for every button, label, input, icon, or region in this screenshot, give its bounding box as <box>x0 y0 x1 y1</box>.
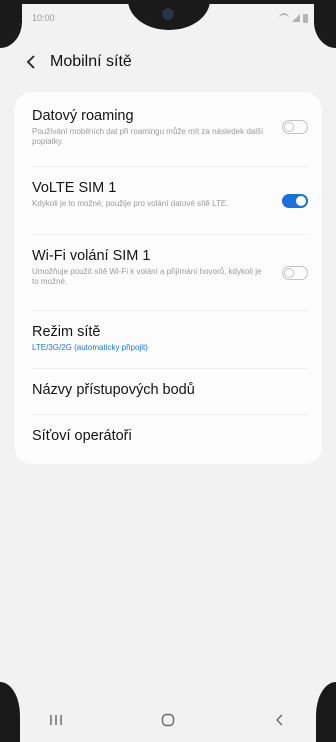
setting-description: Kdykoli je to možné, použije pro volání … <box>32 199 229 208</box>
setting-volte-sim1[interactable]: VoLTE SIM 1 Kdykoli je to možné, použije… <box>32 180 308 209</box>
front-camera <box>162 8 174 20</box>
divider <box>32 234 308 235</box>
toggle-knob <box>284 267 294 278</box>
setting-access-point-names[interactable]: Názvy přístupových bodů <box>32 382 308 399</box>
page-title: Mobilní sítě <box>50 53 132 70</box>
setting-title: Režim sítě <box>32 324 101 340</box>
setting-data-roaming[interactable]: Datový roaming Používání mobilních dat p… <box>32 108 308 147</box>
divider <box>32 310 308 311</box>
app-header: Mobilní sítě <box>22 50 132 74</box>
divider <box>32 166 308 167</box>
screen-corner-top-right <box>314 0 336 48</box>
volte-sim1-toggle[interactable] <box>282 194 308 208</box>
status-icons <box>279 13 308 23</box>
battery-icon <box>303 13 308 23</box>
phone-screen: 10:00 Mobilní sítě Datový roaming Použív… <box>0 0 336 742</box>
screen-corner-bottom-right <box>316 682 336 742</box>
toggle-knob <box>296 196 306 206</box>
setting-title: VoLTE SIM 1 <box>32 180 117 196</box>
data-roaming-toggle[interactable] <box>282 120 308 134</box>
setting-network-mode[interactable]: Režim sítě LTE/3G/2G (automaticky připoj… <box>32 324 308 353</box>
wifi-calling-sim1-toggle[interactable] <box>282 266 308 280</box>
screen-corner-bottom-left <box>0 682 20 742</box>
chevron-left-icon[interactable] <box>22 53 40 71</box>
setting-title: Síťoví operátoři <box>32 428 132 444</box>
screen-corner-top-left <box>0 0 22 48</box>
setting-value: LTE/3G/2G (automaticky připojit) <box>32 343 148 352</box>
setting-title: Názvy přístupových bodů <box>32 382 195 398</box>
divider <box>32 414 308 415</box>
wifi-icon <box>279 13 289 23</box>
setting-network-operators[interactable]: Síťoví operátoři <box>32 428 308 445</box>
status-time: 10:00 <box>32 13 55 23</box>
setting-description: Umožňuje použít sítě Wi-Fi k volání a př… <box>32 267 262 286</box>
divider <box>32 368 308 369</box>
setting-wifi-calling-sim1[interactable]: Wi-Fi volání SIM 1 Umožňuje použít sítě … <box>32 248 308 287</box>
settings-card: Datový roaming Používání mobilních dat p… <box>14 92 322 464</box>
navigation-bar <box>0 698 336 742</box>
signal-icon <box>292 14 300 22</box>
back-icon[interactable] <box>250 705 310 735</box>
setting-title: Datový roaming <box>32 108 134 124</box>
setting-title: Wi-Fi volání SIM 1 <box>32 248 151 264</box>
recent-apps-icon[interactable] <box>26 705 86 735</box>
setting-description: Používání mobilních dat při roamingu můž… <box>32 127 264 146</box>
home-icon[interactable] <box>138 705 198 735</box>
toggle-knob <box>284 121 294 132</box>
